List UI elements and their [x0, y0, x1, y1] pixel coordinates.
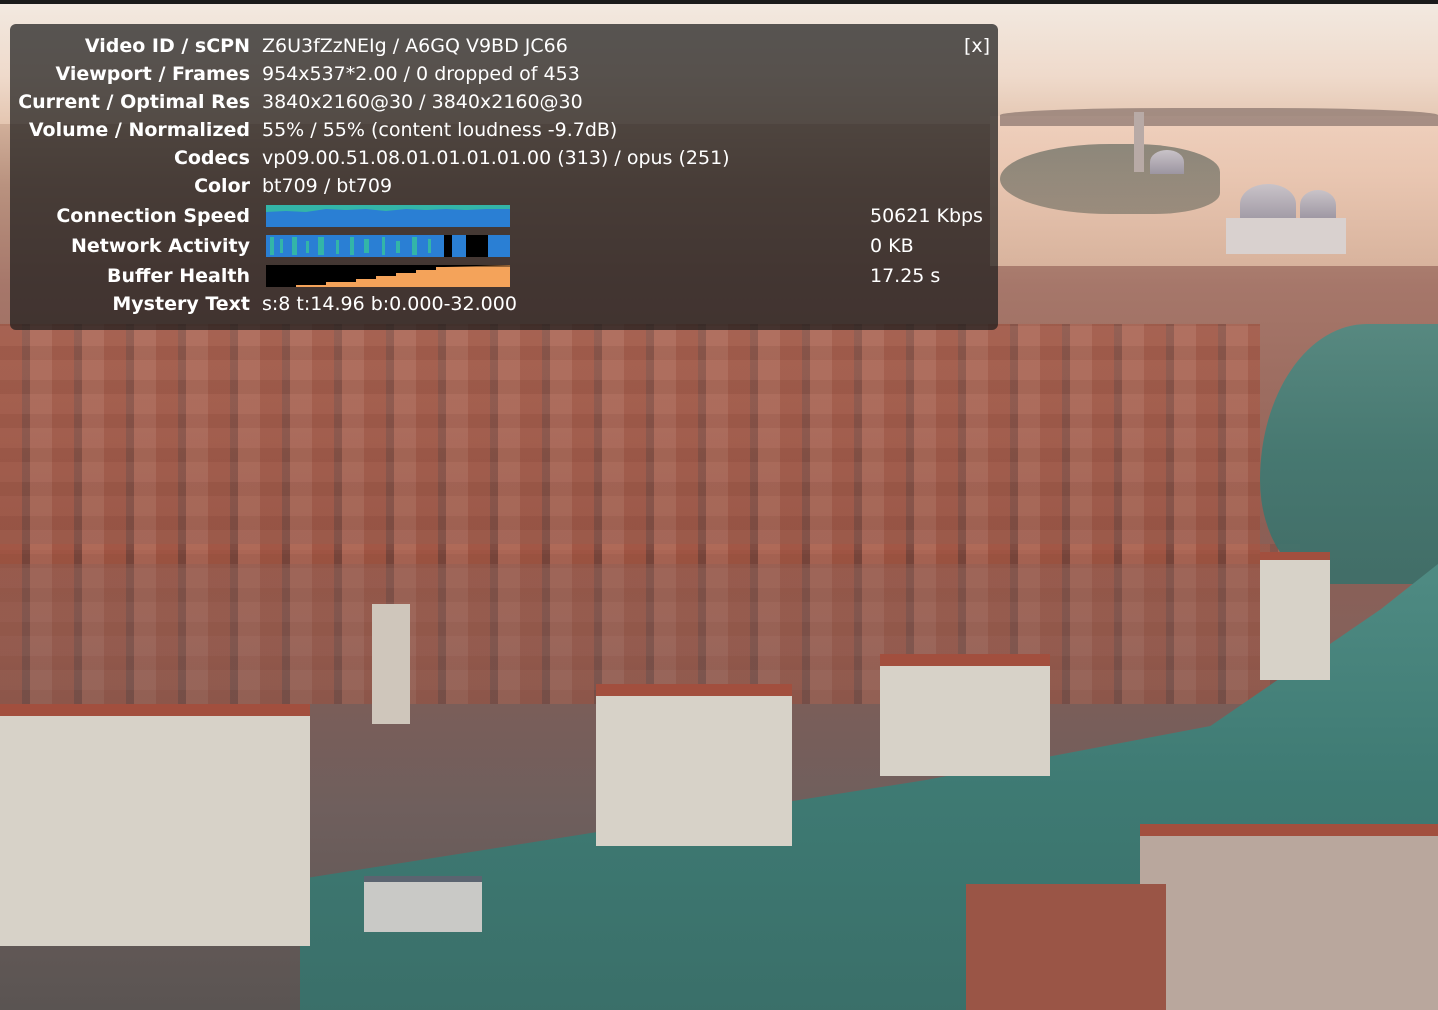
rooftops-upper: [0, 324, 1260, 564]
connection-speed-graph: [266, 205, 510, 227]
stat-label: Codecs: [173, 147, 250, 169]
palazzo-center-right: [880, 654, 1050, 776]
stat-label: Buffer Health: [106, 265, 250, 287]
green-island: [1000, 144, 1220, 214]
campanile: [372, 604, 410, 724]
connection-speed-value: 50621 Kbps: [870, 205, 983, 227]
palazzo-left: [0, 704, 310, 946]
dome-medium: [1300, 190, 1336, 220]
stat-value: 55% / 55% (content loudness -9.7dB): [262, 119, 618, 141]
stat-label: Mystery Text: [112, 293, 250, 315]
palazzo-right: [1260, 552, 1330, 680]
building-bottom-right: [1140, 824, 1438, 1010]
graph-gap: [444, 235, 452, 257]
rooftops-middle: [0, 544, 1300, 704]
stat-value: 3840x2160@30 / 3840x2160@30: [262, 91, 583, 113]
close-button[interactable]: [x]: [964, 32, 990, 60]
stat-value: 954x537*2.00 / 0 dropped of 453: [262, 63, 580, 85]
network-activity-graph: [266, 235, 510, 257]
bell-tower: [1134, 112, 1144, 172]
stat-value: bt709 / bt709: [262, 175, 393, 197]
buffer-health-value: 17.25 s: [870, 265, 941, 287]
stat-label: Network Activity: [70, 235, 250, 257]
stat-value: s:8 t:14.96 b:0.000-32.000: [262, 293, 517, 315]
graph-series: [444, 265, 510, 287]
stats-for-nerds-panel: [x] Video ID / sCPN Z6U3fZzNEIg / A6GQ V…: [10, 24, 998, 330]
stat-label: Color: [194, 175, 250, 197]
stat-label: Connection Speed: [56, 205, 250, 227]
stat-value: Z6U3fZzNEIg / A6GQ V9BD JC66: [262, 35, 568, 57]
church-building: [1226, 218, 1346, 254]
building-bottom-center: [966, 884, 1166, 1010]
palazzo-center: [596, 684, 792, 846]
stat-label: Volume / Normalized: [28, 119, 250, 141]
stat-label: Current / Optimal Res: [18, 91, 250, 113]
stat-value: vp09.00.51.08.01.01.01.01.00 (313) / opu…: [262, 147, 730, 169]
network-activity-value: 0 KB: [870, 235, 914, 257]
buffer-health-graph: [266, 265, 510, 287]
stat-label: Viewport / Frames: [55, 63, 250, 85]
stat-label: Video ID / sCPN: [84, 35, 250, 57]
vaporetto-stop: [364, 876, 482, 932]
dome-small: [1150, 150, 1184, 174]
far-island: [1000, 108, 1438, 126]
canal-right: [1260, 324, 1438, 584]
graph-gap: [466, 235, 488, 257]
